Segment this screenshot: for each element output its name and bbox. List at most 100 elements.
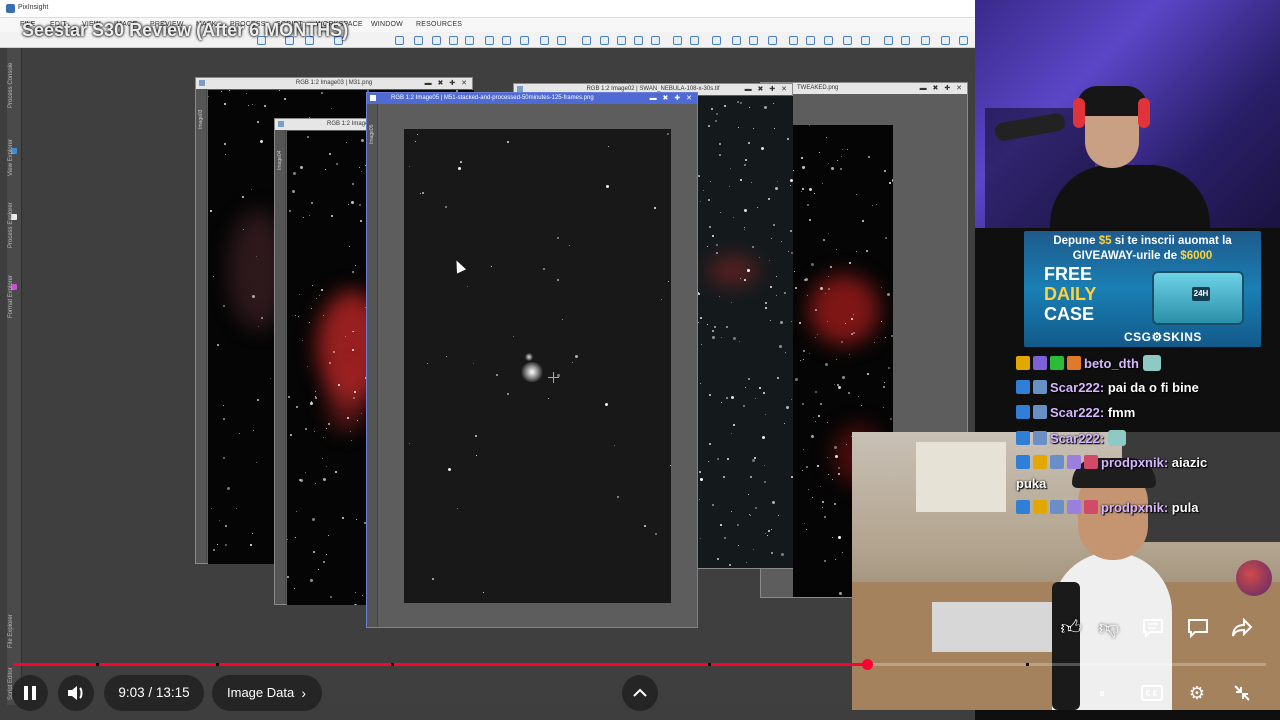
toolbar-button-icon[interactable] xyxy=(651,36,660,45)
chat-message: Scar222: xyxy=(1016,430,1127,448)
star xyxy=(765,414,766,415)
toolbar-button-icon[interactable] xyxy=(941,36,950,45)
settings-button[interactable]: ⚙︎ xyxy=(1184,680,1210,706)
image-window-image05[interactable]: RGB 1:2 Image05 | M51-stacked-and-proces… xyxy=(366,92,698,628)
pause-small-icon[interactable]: ⏸︎ xyxy=(1089,680,1115,706)
star xyxy=(845,323,846,324)
star xyxy=(709,226,711,228)
star xyxy=(329,362,331,364)
zoom-in-icon[interactable] xyxy=(432,36,441,45)
dislike-icon[interactable]: 👎︎ xyxy=(1095,614,1123,642)
star xyxy=(294,588,295,589)
zoom-icon[interactable] xyxy=(465,36,474,45)
emote-icon xyxy=(1108,430,1127,446)
chat-username[interactable]: beto_dth xyxy=(1084,356,1139,371)
toolbar-button-icon[interactable] xyxy=(502,36,511,45)
toolbar-button-icon[interactable] xyxy=(712,36,721,45)
toolbar-button-icon[interactable] xyxy=(600,36,609,45)
star xyxy=(889,182,891,184)
star xyxy=(748,378,750,380)
toolbar-button-icon[interactable] xyxy=(768,36,777,45)
chat-message: prodpxnik: aiazic xyxy=(1016,455,1207,473)
window-title[interactable]: RGB 1:2 Image05 | M51-stacked-and-proces… xyxy=(367,93,697,104)
chat-icon[interactable] xyxy=(1184,614,1212,642)
star xyxy=(827,457,828,458)
pause-button[interactable] xyxy=(12,675,48,711)
csgo-skins-ad[interactable]: Depune $5 si te inscrii auomat la GIVEAW… xyxy=(1024,231,1261,347)
chapter-button[interactable]: Image Data › xyxy=(212,675,322,711)
chat-username[interactable]: Scar222: xyxy=(1050,380,1104,395)
star xyxy=(752,459,755,462)
chapter-marker xyxy=(708,663,711,666)
toolbar-button-icon[interactable] xyxy=(861,36,870,45)
toolbar-button-icon[interactable] xyxy=(806,36,815,45)
toolbar-button-icon[interactable] xyxy=(690,36,699,45)
menu-window[interactable]: WINDOW xyxy=(371,21,403,28)
toolbar-button-icon[interactable] xyxy=(959,36,968,45)
video-frame[interactable]: PixInsight FILE EDIT VIEW IMAGE PREVIEW … xyxy=(0,0,1280,720)
zoom-out-icon[interactable] xyxy=(449,36,458,45)
star xyxy=(252,295,255,298)
window-side-label: Image04 xyxy=(277,150,283,170)
star xyxy=(719,143,721,145)
dock-file-explorer[interactable]: File Explorer xyxy=(8,614,14,648)
zoom-in-icon[interactable] xyxy=(395,36,404,45)
star xyxy=(822,183,823,184)
toolbar-button-icon[interactable] xyxy=(634,36,643,45)
chat-username[interactable]: prodpxnik: xyxy=(1101,500,1168,515)
toolbar-button-icon[interactable] xyxy=(617,36,626,45)
star xyxy=(667,133,669,135)
volume-button[interactable] xyxy=(58,675,94,711)
toolbar-button-icon[interactable] xyxy=(901,36,910,45)
star xyxy=(768,530,770,532)
toolbar-button-icon[interactable] xyxy=(789,36,798,45)
star xyxy=(764,465,765,466)
chat-username[interactable]: Scar222: xyxy=(1050,431,1104,446)
window-controls-icon[interactable]: ▬ ✖ ✚ ✕ xyxy=(745,85,789,93)
star xyxy=(814,193,815,194)
chat-username[interactable]: Scar222: xyxy=(1050,405,1104,420)
toolbar-button-icon[interactable] xyxy=(824,36,833,45)
share-icon[interactable] xyxy=(1228,614,1256,642)
star xyxy=(747,269,750,272)
toolbar-button-icon[interactable] xyxy=(485,36,494,45)
toolbar-button-icon[interactable] xyxy=(582,36,591,45)
crosshair-v xyxy=(553,372,554,383)
toolbar-button-icon[interactable] xyxy=(540,36,549,45)
menu-resources[interactable]: RESOURCES xyxy=(416,21,462,28)
toolbar-button-icon[interactable] xyxy=(843,36,852,45)
dock-view-explorer[interactable]: View Explorer xyxy=(8,139,14,176)
toolbar-button-icon[interactable] xyxy=(673,36,682,45)
progress-bar[interactable] xyxy=(14,663,1266,666)
comment-icon[interactable] xyxy=(1139,614,1167,642)
window-controls-icon[interactable]: ▬ ✖ ✚ ✕ xyxy=(650,94,694,102)
toolbar-button-icon[interactable] xyxy=(732,36,741,45)
progress-scrubber[interactable] xyxy=(862,659,873,670)
dock-process-console[interactable]: Process Console xyxy=(8,63,14,108)
like-icon[interactable]: 👍︎ xyxy=(1057,614,1085,642)
window-icon xyxy=(199,80,205,86)
dock-process-explorer[interactable]: Process Explorer xyxy=(8,202,14,248)
channel-avatar[interactable] xyxy=(1236,560,1272,596)
fullscreen-exit-button[interactable] xyxy=(1229,680,1255,706)
captions-button[interactable] xyxy=(1139,680,1165,706)
expand-button[interactable] xyxy=(622,675,658,711)
toolbar-button-icon[interactable] xyxy=(884,36,893,45)
star xyxy=(791,476,793,478)
toolbar-button-icon[interactable] xyxy=(520,36,529,45)
ad-headline: Depune $5 si te inscrii auomat la GIVEAW… xyxy=(1024,234,1261,264)
star xyxy=(791,321,792,322)
chat-username[interactable]: prodpxnik: xyxy=(1101,455,1168,470)
volume-icon xyxy=(68,686,83,700)
star xyxy=(771,552,773,554)
window-controls-icon[interactable]: ▬ ✖ ✚ ✕ xyxy=(425,79,469,87)
star xyxy=(417,134,418,135)
zoom-out-icon[interactable] xyxy=(414,36,423,45)
dock-format-explorer[interactable]: Format Explorer xyxy=(8,275,14,318)
window-controls-icon[interactable]: ▬ ✖ ✚ ✕ xyxy=(920,84,964,92)
star xyxy=(733,337,736,340)
toolbar-button-icon[interactable] xyxy=(557,36,566,45)
toolbar-button-icon[interactable] xyxy=(921,36,930,45)
toolbar-button-icon[interactable] xyxy=(749,36,758,45)
star xyxy=(840,168,842,170)
